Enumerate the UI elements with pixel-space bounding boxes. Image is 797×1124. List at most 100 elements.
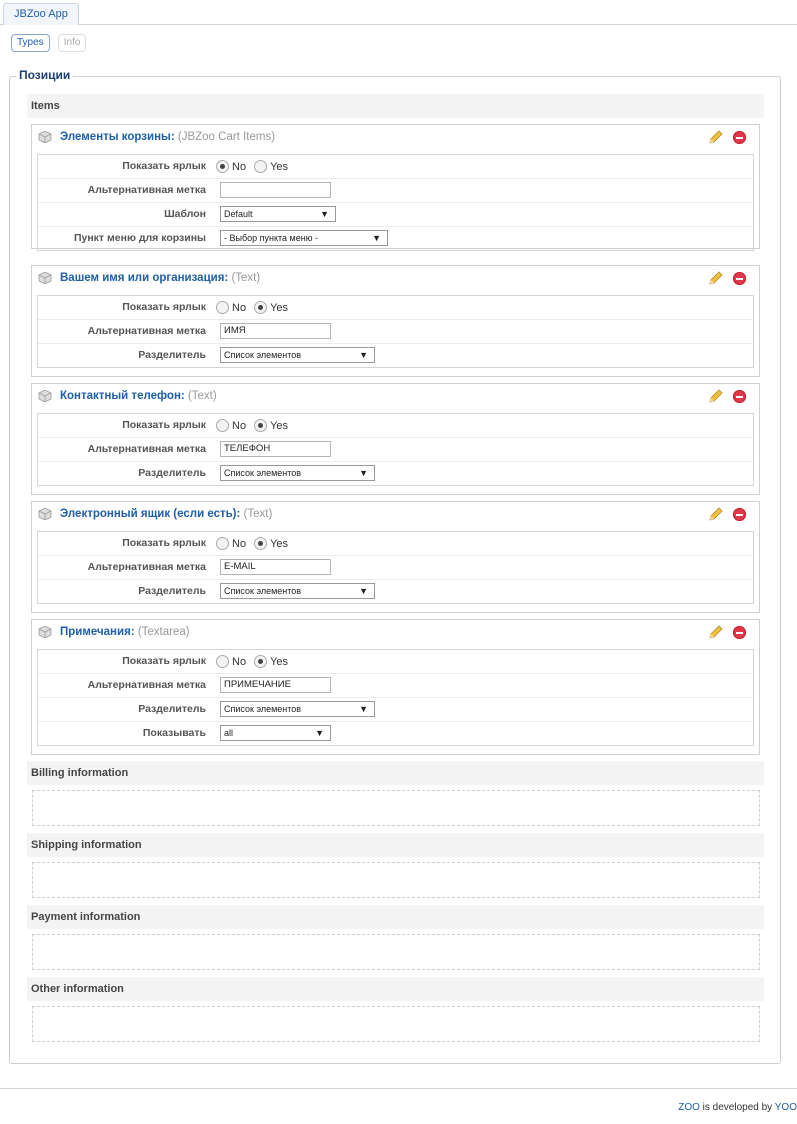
element-name-org[interactable]: Вашем имя или организация: (Text) Показа… [31,265,760,377]
footer-credit: ZOO is developed by YOO [678,1102,797,1113]
alt-label-input[interactable]: ПРИМЕЧАНИЕ [220,677,331,693]
radio-yes[interactable] [254,419,268,432]
radio-no[interactable] [216,301,229,314]
radio-yes-label: Yes [270,537,289,550]
remove-icon[interactable] [733,272,746,285]
radio-yes-label: Yes [270,160,289,173]
box-icon [38,626,52,638]
shipping-drop-zone[interactable] [32,862,760,898]
element-header[interactable]: Контактный телефон: (Text) [32,384,759,410]
positions-legend: Позиции [16,68,74,82]
radio-no-label: No [232,301,247,314]
param-label: Альтернативная метка [87,325,206,337]
element-type: (Text) [187,390,217,402]
element-header[interactable]: Примечания: (Textarea) [32,620,759,646]
separator-select[interactable]: Список элементов ▼ [220,701,375,717]
element-name: Элементы корзины: [60,131,175,143]
param-label: Альтернативная метка [87,561,206,573]
param-label: Показать ярлык [122,419,206,431]
app-tab[interactable]: JBZoo App [3,3,79,25]
section-items-header: Items [27,94,764,118]
footer-text: is developed by [699,1102,775,1113]
radio-yes[interactable] [254,537,268,550]
param-row: Показать ярлык No Yes [38,296,753,319]
element-header[interactable]: Вашем имя или организация: (Text) [32,266,759,292]
radio-yes-label: Yes [270,301,289,314]
radio-yes[interactable] [254,655,268,668]
param-label: Альтернативная метка [87,184,206,196]
footer-divider [0,1088,797,1089]
remove-icon[interactable] [733,626,746,639]
dropdown-arrow-icon: ▼ [359,350,368,360]
types-button[interactable]: Types [11,34,50,52]
display-select[interactable]: all ▼ [220,725,331,741]
param-row: Пункт меню для корзины - Выбор пункта ме… [38,226,753,250]
select-value: - Выбор пункта меню - [224,233,318,243]
element-email[interactable]: Электронный ящик (если есть): (Text) Пок… [31,501,760,613]
remove-icon[interactable] [733,508,746,521]
element-title: Вашем имя или организация: (Text) [60,272,260,284]
billing-drop-zone[interactable] [32,790,760,826]
remove-icon[interactable] [733,390,746,403]
radio-yes-label: Yes [270,419,289,432]
element-phone[interactable]: Контактный телефон: (Text) Показать ярлы… [31,383,760,495]
element-name: Примечания: [60,626,135,638]
radio-no[interactable] [216,537,229,550]
select-value: all [224,728,234,738]
app-tab-bar: JBZoo App [0,0,797,25]
param-row: Альтернативная метка ПРИМЕЧАНИЕ [38,673,753,697]
info-button[interactable]: Info [57,34,87,52]
select-value: Список элементов [224,350,302,360]
section-shipping-header: Shipping information [27,833,764,857]
radio-no-label: No [232,160,247,173]
dropdown-arrow-icon: ▼ [359,468,368,478]
box-icon [38,508,52,520]
element-params: Показать ярлык No Yes Альтернативная метк… [37,531,754,604]
menu-item-select[interactable]: - Выбор пункта меню - ▼ [220,230,388,246]
alt-label-input[interactable]: ТЕЛЕФОН [220,441,331,457]
yoo-link[interactable]: YOO [775,1102,797,1113]
pencil-icon[interactable] [707,271,723,287]
radio-yes[interactable] [254,301,268,314]
radio-no[interactable] [216,419,229,432]
alt-label-input[interactable]: ИМЯ [220,323,331,339]
radio-no-label: No [232,537,247,550]
param-row: Показать ярлык No Yes [38,650,753,673]
separator-select[interactable]: Список элементов ▼ [220,583,375,599]
pencil-icon[interactable] [707,507,723,523]
radio-no[interactable] [216,160,229,173]
separator-select[interactable]: Список элементов ▼ [220,465,375,481]
pencil-icon[interactable] [707,389,723,405]
element-cart-items[interactable]: Элементы корзины: (JBZoo Cart Items) Пок… [31,124,760,251]
zoo-link[interactable]: ZOO [678,1102,700,1113]
alt-label-input[interactable]: E-MAIL [220,559,331,575]
payment-drop-zone[interactable] [32,934,760,970]
param-label: Показать ярлык [122,537,206,549]
element-params: Показать ярлык No Yes Альтернативная метк… [37,649,754,746]
remove-icon[interactable] [733,131,746,144]
template-select[interactable]: Default ▼ [220,206,336,222]
pencil-icon[interactable] [707,130,723,146]
box-icon [38,390,52,402]
other-drop-zone[interactable] [32,1006,760,1042]
param-row: Показать ярлык No Yes [38,414,753,437]
show-label-radios: No Yes [216,532,296,555]
element-type: (JBZoo Cart Items) [177,131,276,143]
param-label: Альтернативная метка [87,443,206,455]
separator-select[interactable]: Список элементов ▼ [220,347,375,363]
element-header[interactable]: Электронный ящик (если есть): (Text) [32,502,759,528]
param-row: Показывать all ▼ [38,721,753,745]
param-label: Показать ярлык [122,655,206,667]
element-notes[interactable]: Примечания: (Textarea) Показать ярлык No… [31,619,760,755]
element-header[interactable]: Элементы корзины: (JBZoo Cart Items) [32,125,759,151]
section-other-header: Other information [27,977,764,1001]
param-label: Альтернативная метка [87,679,206,691]
radio-no[interactable] [216,655,229,668]
param-label: Разделитель [138,467,206,479]
element-title: Электронный ящик (если есть): (Text) [60,508,272,520]
pencil-icon[interactable] [707,625,723,641]
radio-no-label: No [232,419,247,432]
radio-yes[interactable] [254,160,268,173]
alt-label-input[interactable] [220,182,331,198]
element-params: Показать ярлык No Yes Альтернативная метк… [37,295,754,368]
